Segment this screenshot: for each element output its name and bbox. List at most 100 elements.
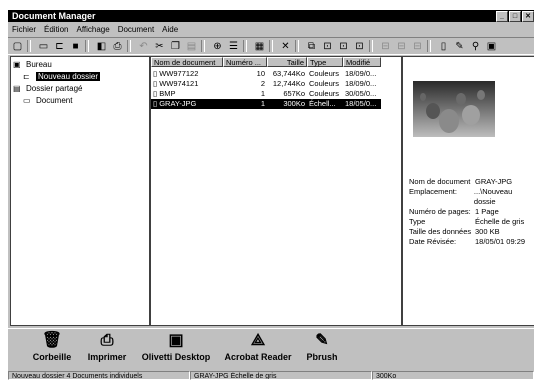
combine-icon[interactable]: ⊟ [395,40,408,53]
property-label: Numéro de pages: [409,207,471,216]
property-row: Nom de document GRAY-JPG [409,177,534,187]
menu-fichier[interactable]: Fichier [8,25,40,34]
cell-type: Couleurs [309,89,340,98]
toolbar: ▢ ▭ ⊏ ■ ◧ ⎙ ↶ ✂ ❐ ▤ ⊕ ☰ ▦ ✕ ⧉ ⊡ ⊡ ⊡ ⊟ ⊟ … [8,37,534,55]
menu-document[interactable]: Document [114,25,158,34]
desktop-icon: ▣ [168,332,184,349]
cell-modified: 30/05/0... [345,89,377,98]
undo-icon[interactable]: ↶ [137,40,150,53]
toolbar-separator [127,40,131,52]
cell-type: Échell... [309,99,336,108]
property-label: Emplacement: [409,187,457,196]
annotate-icon[interactable]: ✎ [453,40,466,53]
print-icon[interactable]: ⎙ [111,40,124,53]
cell-number: 2 [260,79,265,88]
dock-app-imprimer[interactable]: ⎙ Imprimer [84,331,130,362]
cell-size: 63,744Ko [272,69,305,78]
dock-app-pbrush[interactable]: ✎ Pbrush [302,331,342,362]
column-header-modified[interactable]: Modifié [343,57,381,67]
tree-item-document[interactable]: ▭ Document [23,96,72,105]
split-icon[interactable]: ⊟ [411,40,424,53]
property-label: Type [409,217,426,226]
minimize-button[interactable]: _ [496,11,508,22]
open-icon[interactable]: ⊏ [53,40,66,53]
pages-icon[interactable]: ⧉ [305,40,318,53]
paste-icon[interactable]: ▤ [185,40,198,53]
property-value: ...\Nouveau dossie [473,187,513,206]
thumbnail-view-icon[interactable]: ▦ [253,40,266,53]
document-list: Nom de document Numéro ... Taille Type M… [150,56,402,326]
property-row: Date Révisée: 18/05/01 09:29 [409,237,534,247]
shared-folder-icon: ▤ [13,83,21,93]
first-page-icon[interactable]: ⊡ [321,40,334,53]
cell-type: Couleurs [309,69,340,78]
maximize-button[interactable]: □ [509,11,521,22]
copy-icon[interactable]: ❐ [169,40,182,53]
cell-number: 1 [260,89,265,98]
column-header-size[interactable]: Taille [267,57,307,67]
table-row-selected[interactable]: ▯ GRAY-JPG 1 300Ko Échell... 18/05/0... [151,99,381,109]
dock-app-label: Acrobat Reader [224,352,292,362]
preview-thumbnail [413,81,495,137]
last-page-icon[interactable]: ⊡ [353,40,366,53]
zoom-icon[interactable]: ⊕ [211,40,224,53]
cell-modified: 18/05/0... [345,99,377,108]
title-bar: Document Manager _ □ ✕ [8,10,534,22]
property-row: Taille des données 300 KB [409,227,534,237]
property-label: Nom de document [409,177,471,186]
lock-icon[interactable]: ▣ [485,40,498,53]
dock-app-olivetti-desktop[interactable]: ▣ Olivetti Desktop [140,331,212,362]
document-properties: Nom de document GRAY-JPG Emplacement: ...\… [409,177,534,247]
toolbar-separator [27,40,31,52]
tree-item-bureau[interactable]: ▣ Bureau [13,60,52,69]
property-label: Taille des données [409,227,472,236]
cell-size: 657Ko [283,89,305,98]
delete-icon[interactable]: ✕ [279,40,292,53]
new-folder-icon[interactable]: ▭ [37,40,50,53]
list-view-icon[interactable]: ☰ [227,40,240,53]
property-row: Emplacement: ...\Nouveau dossie [409,187,534,207]
cut-icon[interactable]: ✂ [153,40,166,53]
menu-aide[interactable]: Aide [158,25,182,34]
toolbar-separator [85,40,89,52]
save-icon[interactable]: ■ [69,40,82,53]
open-folder-icon: ⊏ [23,71,30,81]
document-icon[interactable]: ▯ [437,40,450,53]
tree-item-label: Document [36,96,73,105]
stamp-icon[interactable]: ⚲ [469,40,482,53]
table-row[interactable]: ▯ BMP 1 657Ko Couleurs 30/05/0... [151,89,381,99]
toolbar-separator [295,40,299,52]
close-button[interactable]: ✕ [522,11,534,22]
rotate-icon[interactable]: ⊟ [379,40,392,53]
new-document-icon[interactable]: ▢ [11,40,24,53]
acrobat-icon: ⟁ [250,332,266,349]
dock-app-label: Imprimer [87,352,127,362]
menu-affichage[interactable]: Affichage [72,25,113,34]
column-header-number[interactable]: Numéro ... [223,57,267,67]
toolbar-separator [427,40,431,52]
table-row[interactable]: ▯ WW974121 2 12,744Ko Couleurs 18/09/0..… [151,79,381,89]
property-row: Numéro de pages: 1 Page [409,207,534,217]
property-label: Date Révisée: [409,237,457,246]
scan-icon[interactable]: ◧ [95,40,108,53]
dock-app-acrobat-reader[interactable]: ⟁ Acrobat Reader [222,331,294,362]
tree-item-dossier-partage[interactable]: ▤ Dossier partagé [13,84,82,93]
trash-icon: 🗑 [41,332,63,349]
column-header-type[interactable]: Type [307,57,343,67]
tree-item-nouveau-dossier[interactable]: ⊏ Nouveau dossier [23,71,101,81]
tree-item-label: Bureau [26,60,52,69]
toolbar-separator [201,40,205,52]
menu-bar: Fichier Édition Affichage Document Aide [8,23,534,35]
menu-edition[interactable]: Édition [40,25,72,34]
details-panel: Nom de document GRAY-JPG Emplacement: ...\… [402,56,534,326]
column-header-name[interactable]: Nom de document [151,57,223,67]
paint-icon: ✎ [315,332,329,349]
cell-size: 300Ko [283,99,305,108]
table-row[interactable]: ▯ WW977122 10 63,744Ko Couleurs 18/09/0.… [151,69,381,79]
cell-name: GRAY-JPG [159,99,197,108]
cell-size: 12,744Ko [272,79,305,88]
cell-number: 10 [256,69,265,78]
page-icon[interactable]: ⊡ [337,40,350,53]
dock-app-corbeille[interactable]: 🗑 Corbeille [30,331,74,362]
cell-name: WW974121 [159,79,199,88]
